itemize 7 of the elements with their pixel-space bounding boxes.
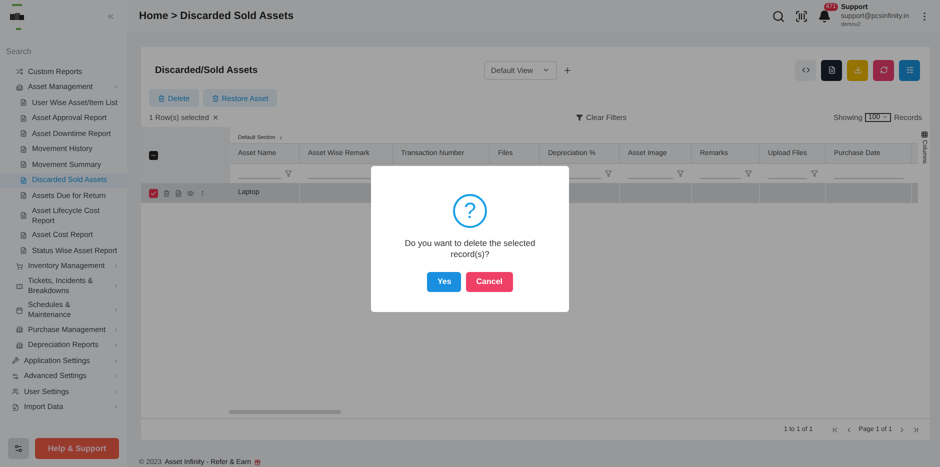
- breadcrumb: Home > Discarded Sold Assets: [139, 10, 295, 22]
- dialog-message: Do you want to delete the selected record(s)?: [404, 238, 536, 260]
- search-field[interactable]: Search: [0, 43, 127, 60]
- cancel-button[interactable]: Cancel: [466, 272, 513, 292]
- question-icon: ?: [453, 194, 487, 228]
- page-title: Discarded/Sold Assets: [155, 64, 259, 76]
- yes-button[interactable]: Yes: [427, 272, 462, 292]
